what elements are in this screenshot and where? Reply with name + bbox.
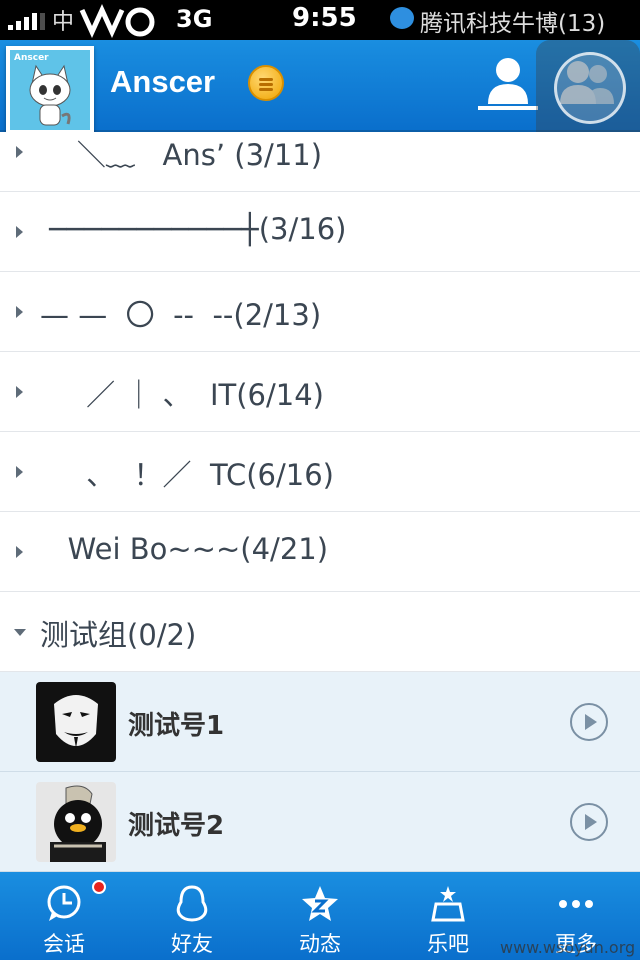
play-icon[interactable]: [570, 803, 608, 841]
carrier-logo-icon: [79, 3, 155, 38]
username: Anscer: [110, 64, 216, 99]
tab-label: 动态: [299, 932, 341, 956]
network-type: 3G: [176, 5, 213, 33]
status-notification: 腾讯科技牛博(13): [420, 11, 606, 37]
tab-feed[interactable]: 动态: [256, 872, 384, 960]
group-label: 测试组(0/2): [40, 618, 197, 652]
contact-name: 测试号1: [128, 711, 225, 741]
watermark: www.wsoyun.org: [500, 938, 636, 957]
penguin-icon: [176, 885, 208, 922]
assistive-touch-ring-icon: [554, 52, 626, 124]
tab-friends[interactable]: 好友: [128, 872, 256, 960]
group-row[interactable]: ───────────┼(3/16): [0, 192, 640, 272]
assistive-touch-button[interactable]: [536, 40, 640, 146]
tab-label: 会话: [43, 932, 85, 956]
collapsed-arrow-icon: [16, 306, 23, 318]
contact-name: 测试号2: [128, 811, 225, 841]
collapsed-arrow-icon: [16, 146, 23, 158]
collapsed-arrow-icon: [16, 466, 23, 478]
tab-leba[interactable]: 乐吧: [384, 872, 512, 960]
group-row[interactable]: Wei Bo~~~(4/21): [0, 512, 640, 592]
friend-group-list: ＼﹏ Ans’ (3/11) ───────────┼(3/16) — — 〇 …: [0, 132, 640, 872]
cat-icon: [29, 64, 71, 126]
group-row[interactable]: ／ ｜ 、 IT(6/14): [0, 352, 640, 432]
tab-conversations[interactable]: 会话: [0, 872, 128, 960]
collapsed-arrow-icon: [16, 226, 23, 238]
expanded-arrow-icon: [14, 629, 26, 636]
contact-row[interactable]: 测试号1: [0, 672, 640, 772]
group-row-expanded[interactable]: 测试组(0/2): [0, 592, 640, 672]
notification-bubble-icon: [390, 7, 414, 29]
penguin-avatar: [36, 782, 116, 862]
online-status-icon[interactable]: [248, 65, 284, 101]
tab-label: 乐吧: [427, 932, 469, 956]
play-icon[interactable]: [570, 703, 608, 741]
star-z-icon: [302, 886, 338, 921]
more-dots-icon: [559, 900, 593, 908]
active-tab-indicator: [478, 106, 538, 110]
tab-label: 好友: [171, 932, 213, 956]
group-row[interactable]: — — 〇 -- --(2/13): [0, 272, 640, 352]
chat-clock-icon: [47, 885, 81, 921]
mask-avatar: [36, 682, 116, 762]
contacts-icon[interactable]: [478, 50, 538, 112]
signal-strength-icon: [8, 12, 45, 30]
group-label: — — 〇 -- --(2/13): [40, 298, 322, 332]
leba-icon: [431, 886, 465, 922]
group-label: 、 ！／ TC(6/16): [40, 458, 334, 492]
group-label: ／ ｜ 、 IT(6/14): [40, 378, 324, 412]
user-avatar[interactable]: Anscer: [6, 46, 94, 134]
status-bar: 中 3G 9:55 腾讯科技牛博(13): [0, 0, 640, 40]
clock: 9:55: [292, 3, 357, 33]
group-row[interactable]: ＼﹏ Ans’ (3/11): [0, 132, 640, 192]
carrier-label: 中: [52, 10, 75, 35]
unread-badge: [92, 880, 106, 894]
group-row[interactable]: 、 ！／ TC(6/16): [0, 432, 640, 512]
group-label: Wei Bo~~~(4/21): [40, 532, 329, 566]
group-label: ───────────┼(3/16): [40, 212, 347, 246]
collapsed-arrow-icon: [16, 546, 23, 558]
contact-row[interactable]: 测试号2: [0, 772, 640, 872]
group-label: ＼﹏ Ans’ (3/11): [40, 138, 323, 172]
collapsed-arrow-icon: [16, 386, 23, 398]
header-bar: Anscer Anscer: [0, 40, 640, 146]
cat-avatar-image: Anscer: [10, 50, 90, 130]
